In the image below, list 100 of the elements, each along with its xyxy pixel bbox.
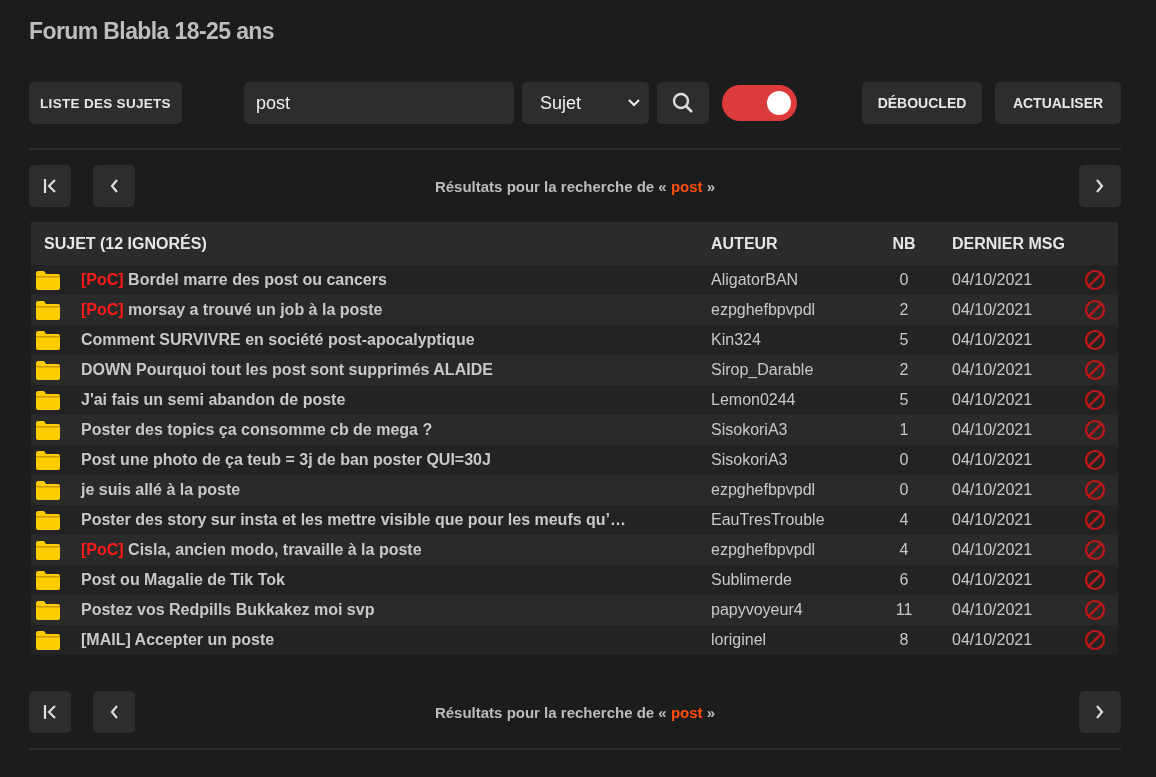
topic-list-button[interactable]: LISTE DES SUJETS — [29, 82, 182, 124]
folder-icon — [36, 450, 60, 470]
reply-count: 11 — [894, 601, 914, 619]
topic-link[interactable]: Post ou Magalie de Tik Tok — [81, 571, 711, 589]
chevron-right-icon — [1095, 704, 1105, 720]
date-cell-text: 04/10/2021 — [951, 271, 1034, 289]
first-page-icon — [43, 704, 57, 720]
author-cell-text: ezpghefbpvpdl — [711, 301, 817, 319]
folder-icon — [36, 330, 60, 350]
folder-icon — [36, 600, 60, 620]
folder-icon — [36, 270, 60, 290]
reply-count: 5 — [898, 331, 910, 349]
folder-icon — [36, 360, 60, 380]
author-cell-text: AligatorBAN — [711, 271, 800, 289]
reply-count: 0 — [898, 271, 910, 289]
block-icon[interactable] — [1084, 299, 1106, 321]
block-icon[interactable] — [1084, 479, 1106, 501]
block-icon[interactable] — [1084, 599, 1106, 621]
date-cell-text: 04/10/2021 — [951, 601, 1034, 619]
topic-link[interactable]: Poster des topics ça consomme cb de mega ? — [81, 421, 711, 439]
date-cell-text: 04/10/2021 — [951, 361, 1034, 379]
block-icon[interactable] — [1084, 569, 1106, 591]
author-cell-text: Kin324 — [711, 331, 762, 349]
block-icon[interactable] — [1084, 269, 1106, 291]
reply-count: 1 — [898, 421, 910, 439]
folder-icon — [36, 540, 60, 560]
previous-page-button[interactable] — [93, 691, 135, 733]
author-cell-text: Sublimerde — [711, 571, 793, 589]
block-icon[interactable] — [1084, 539, 1106, 561]
author-cell-text: Lemon0244 — [711, 391, 797, 409]
block-icon[interactable] — [1084, 509, 1106, 531]
date-cell-text: 04/10/2021 — [951, 571, 1034, 589]
author-cell-text: loriginel — [711, 631, 768, 649]
author-cell-text: ezpghefbpvpdl — [711, 541, 817, 559]
first-page-icon — [43, 178, 57, 194]
folder-icon — [36, 510, 60, 530]
chevron-right-icon — [1095, 178, 1105, 194]
topic-link[interactable]: [PoC] Cisla, ancien modo, travaille à la poste — [81, 541, 711, 559]
folder-icon — [36, 420, 60, 440]
search-type-dropdown[interactable]: Sujet — [522, 82, 649, 124]
date-cell-text: 04/10/2021 — [951, 481, 1034, 499]
search-results-label: Résultats pour la recherche de « post » — [433, 177, 717, 195]
next-page-button[interactable] — [1079, 691, 1121, 733]
date-cell-text: 04/10/2021 — [951, 451, 1034, 469]
reply-count: 2 — [898, 361, 910, 379]
reply-count: 4 — [898, 541, 910, 559]
block-icon[interactable] — [1084, 419, 1106, 441]
folder-icon — [36, 390, 60, 410]
topic-link[interactable]: Post une photo de ça teub = 3j de ban poster QUI=30J — [81, 451, 711, 469]
reply-count: 2 — [898, 301, 910, 319]
folder-icon — [36, 480, 60, 500]
previous-page-button[interactable] — [93, 165, 135, 207]
column-header: DERNIER MSG — [951, 234, 1066, 253]
first-page-button[interactable] — [29, 691, 71, 733]
author-cell-text: Sirop_Darable — [711, 361, 815, 379]
author-cell-text: EauTresTrouble — [711, 511, 826, 529]
topic-link[interactable]: J'ai fais un semi abandon de poste — [81, 391, 711, 409]
search-button[interactable] — [657, 82, 709, 124]
search-results-label: Résultats pour la recherche de « post » — [433, 703, 717, 721]
author-cell-text: ezpghefbpvpdl — [711, 481, 817, 499]
reply-count: 8 — [898, 631, 910, 649]
refresh-button[interactable]: ACTUALISER — [995, 82, 1121, 124]
topic-link[interactable]: DOWN Pourquoi tout les post sont supprimés ALAIDE — [81, 361, 711, 379]
reply-count: 0 — [898, 481, 910, 499]
topic-link[interactable]: [PoC] Bordel marre des post ou cancers — [81, 271, 711, 289]
date-cell-text: 04/10/2021 — [951, 511, 1034, 529]
author-cell-text: papyvoyeur4 — [711, 601, 804, 619]
reply-count: 0 — [898, 451, 910, 469]
block-icon[interactable] — [1084, 389, 1106, 411]
reply-count: 6 — [898, 571, 910, 589]
block-icon[interactable] — [1084, 359, 1106, 381]
column-header: SUJET (12 IGNORÉS) — [43, 234, 208, 253]
author-cell-text: SisokoriA3 — [711, 451, 789, 469]
search-icon — [672, 92, 694, 114]
reply-count: 5 — [898, 391, 910, 409]
next-page-button[interactable] — [1079, 165, 1121, 207]
first-page-button[interactable] — [29, 165, 71, 207]
block-icon[interactable] — [1084, 449, 1106, 471]
topic-link[interactable]: Poster des story sur insta et les mettre visible que pour les meufs qu’… — [81, 511, 711, 529]
search-field[interactable]: post — [244, 82, 514, 124]
column-header: AUTEUR — [711, 234, 779, 253]
date-cell-text: 04/10/2021 — [951, 391, 1034, 409]
topic-link[interactable]: [PoC] morsay a trouvé un job à la poste — [81, 301, 711, 319]
date-cell-text: 04/10/2021 — [951, 301, 1034, 319]
chevron-left-icon — [109, 704, 119, 720]
topic-link[interactable]: Comment SURVIVRE en société post-apocalyptique — [81, 331, 711, 349]
chevron-left-icon — [109, 178, 119, 194]
folder-icon — [36, 630, 60, 650]
folder-icon — [36, 300, 60, 320]
topic-link[interactable]: [MAIL] Accepter un poste — [81, 631, 711, 649]
chevron-down-icon — [627, 98, 641, 108]
block-icon[interactable] — [1084, 629, 1106, 651]
topic-link[interactable]: Postez vos Redpills Bukkakez moi svp — [81, 601, 711, 619]
author-cell-text: SisokoriA3 — [711, 421, 789, 439]
block-icon[interactable] — [1084, 329, 1106, 351]
deboucled-button[interactable]: DÉBOUCLED — [862, 82, 982, 124]
forum-title: Forum Blabla 18-25 ans — [29, 17, 275, 46]
toggle-switch[interactable] — [722, 85, 797, 121]
column-header: NB — [891, 234, 917, 253]
topic-link[interactable]: je suis allé à la poste — [81, 481, 711, 499]
